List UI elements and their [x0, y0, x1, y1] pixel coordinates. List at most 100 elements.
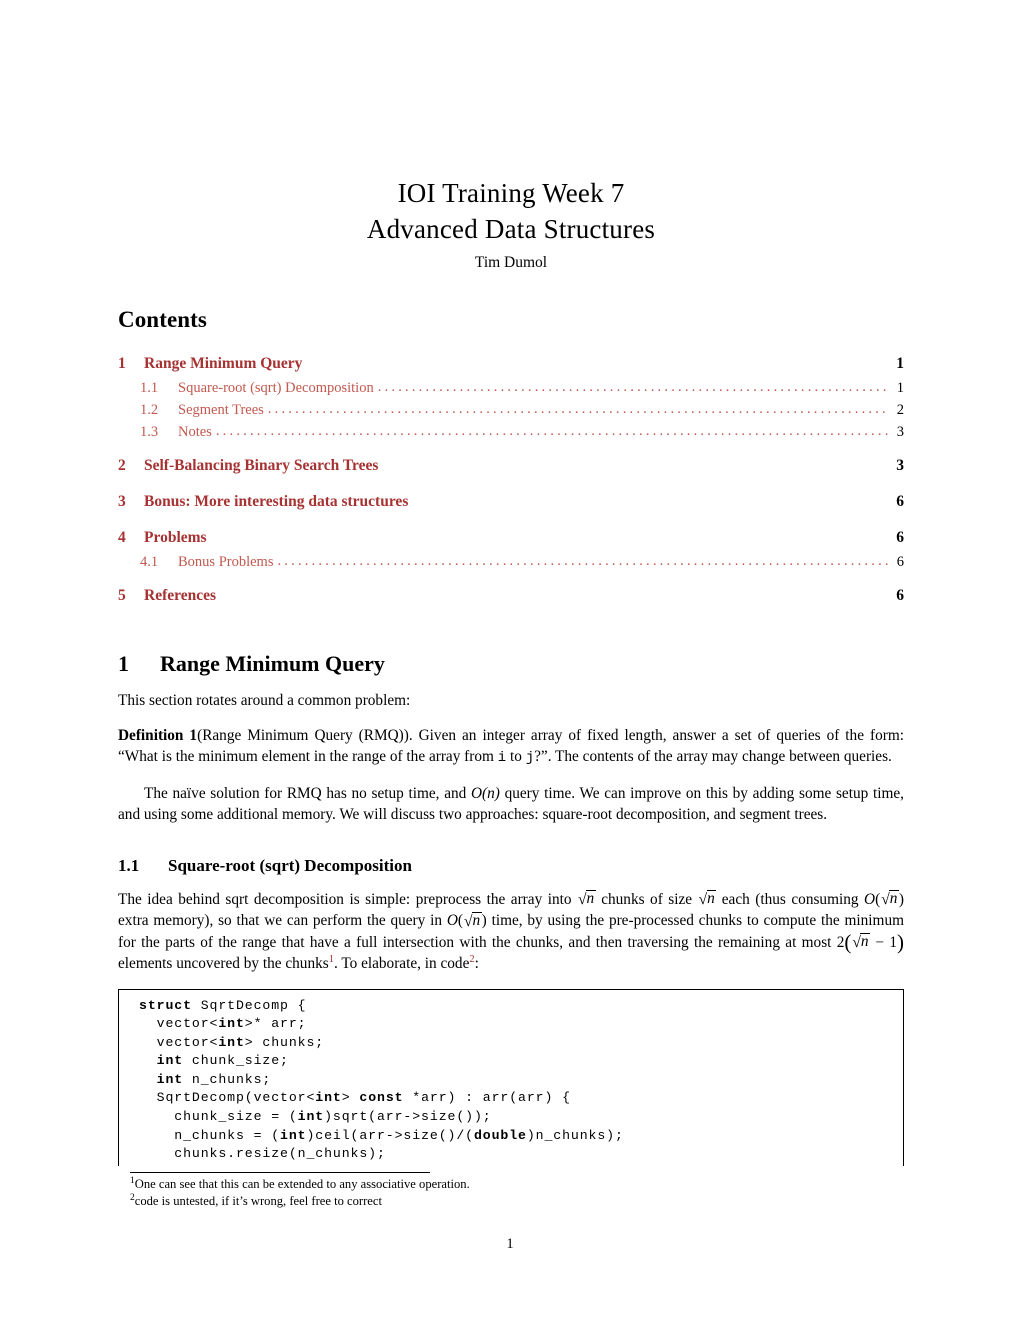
code-text: n_chunks;	[183, 1071, 272, 1087]
subsection-heading-1-1: 1.1 Square-root (sqrt) Decomposition	[118, 856, 904, 876]
toc-entry-page: 2	[896, 402, 904, 418]
definition-paragraph: Definition 1(Range Minimum Query (RMQ)).…	[118, 725, 904, 770]
code-text: )sqrt(arr->size());	[324, 1109, 492, 1125]
close-paren: )	[896, 930, 904, 954]
code-keyword: int	[218, 1034, 245, 1050]
page-content: IOI Training Week 7 Advanced Data Struct…	[118, 0, 904, 1166]
sqrt-text-4: extra memory), so that we can perform th…	[118, 912, 447, 929]
toc-entry-label: Self-Balancing Binary Search Trees	[144, 457, 379, 474]
sqrt-text-8: . To elaborate, in code	[333, 955, 470, 972]
toc-entry-page: 1	[896, 380, 904, 396]
toc-entry-label: Bonus: More interesting data structures	[144, 493, 409, 510]
toc-entry-1-1[interactable]: 1.1 Square-root (sqrt) Decomposition.....…	[118, 377, 904, 399]
toc-entry-2[interactable]: 2Self-Balancing Binary Search Trees.....…	[118, 453, 904, 479]
document-page: IOI Training Week 7 Advanced Data Struct…	[0, 0, 1020, 1320]
minus-one: − 1	[870, 933, 897, 951]
code-keyword: int	[139, 1071, 184, 1087]
radical-sign: √	[698, 891, 708, 908]
definition-var-j: j	[525, 750, 535, 766]
radical-sign: √	[578, 891, 587, 908]
toc-entry-page: 3	[896, 457, 904, 474]
section-title: Range Minimum Query	[160, 651, 385, 676]
toc-entry-label: Range Minimum Query	[144, 355, 303, 372]
document-title-line-2: Advanced Data Structures	[366, 214, 656, 244]
code-text: )ceil(arr->size()/(	[306, 1127, 474, 1143]
sqrt-decomposition-paragraph: The idea behind sqrt decomposition is si…	[118, 889, 904, 972]
code-keyword: const	[359, 1090, 404, 1106]
footnote-text: One can see that this can be extended to…	[134, 1177, 470, 1191]
section1-intro-text: This section rotates around a common pro…	[118, 692, 411, 709]
radicand: n	[586, 890, 596, 907]
toc-entry-3[interactable]: 3 Bonus: More interesting data structures…	[118, 489, 904, 515]
toc-entry-4-1[interactable]: 4.1 Bonus Problems.......................…	[118, 551, 904, 573]
toc-entry-number: 3	[118, 493, 126, 510]
document-title-line-1: IOI Training Week 7	[397, 178, 625, 208]
toc-leader-dots: ........................................…	[377, 379, 888, 395]
section-number: 1	[118, 651, 129, 676]
toc-entry-1-3[interactable]: 1.3 Notes................................…	[118, 421, 904, 443]
toc-entry-number: 1.3	[140, 424, 159, 440]
code-listing-block: struct SqrtDecomp { vector<int>* arr; ve…	[118, 988, 904, 1166]
toc-entry-page: 6	[896, 587, 904, 604]
toc-entry-label: Bonus Problems	[178, 554, 274, 570]
section1-intro-paragraph: This section rotates around a common pro…	[118, 690, 904, 712]
code-keyword: int	[218, 1016, 245, 1032]
code-listing-text: struct SqrtDecomp { vector<int>* arr; ve…	[119, 997, 903, 1164]
radical-sign: √	[881, 891, 890, 908]
radicand: n	[860, 933, 871, 950]
footnotes-area: 1One can see that this can be extended t…	[130, 1176, 830, 1210]
radicand: n	[889, 890, 899, 907]
footnote-separator-rule	[130, 1172, 430, 1173]
code-keyword: int	[280, 1127, 307, 1143]
title-block: IOI Training Week 7 Advanced Data Struct…	[118, 0, 904, 275]
footnote-text: code is untested, if it’s wrong, feel fr…	[134, 1194, 382, 1208]
document-author: Tim Dumol	[474, 254, 548, 271]
toc-entry-page: 3	[896, 424, 904, 440]
footnote-2: 2code is untested, if it’s wrong, feel f…	[130, 1193, 830, 1210]
toc-entry-label: References	[144, 587, 217, 604]
naive-solution-paragraph: The naïve solution for RMQ has no setup …	[118, 783, 904, 826]
naive-complexity: O(n)	[470, 784, 500, 802]
big-o-symbol-2: O	[446, 912, 458, 929]
subsection-title: Square-root (sqrt) Decomposition	[168, 855, 412, 875]
sqrt-text-2: chunks of size	[595, 890, 698, 908]
code-text: SqrtDecomp {	[191, 997, 307, 1013]
toc-entry-4[interactable]: 4Problems...............................…	[118, 525, 904, 551]
sqrt-n-inline-1: √n	[577, 889, 596, 911]
code-keyword: int	[139, 1053, 184, 1069]
toc-entry-label: Segment Trees	[178, 402, 264, 418]
code-text: chunk_size;	[183, 1053, 289, 1069]
toc-leader-dots: ........................................…	[277, 553, 888, 569]
radicand: n	[706, 890, 717, 907]
section-heading-1: 1 Range Minimum Query	[118, 651, 904, 677]
code-text: vector<	[139, 1016, 219, 1032]
toc-entry-label: Problems	[144, 529, 207, 546]
sqrt-n-inline-5: √n	[851, 932, 871, 954]
code-text: SqrtDecomp(vector<	[139, 1090, 316, 1106]
table-of-contents: 1 Range Minimum Query....................…	[118, 351, 904, 609]
code-text: >* arr;	[244, 1016, 307, 1032]
sqrt-text-1: The idea behind sqrt decomposition is si…	[118, 890, 578, 908]
sqrt-text-3: each (thus consuming	[716, 890, 865, 908]
toc-entry-1[interactable]: 1Range Minimum Query....................…	[118, 351, 904, 377]
definition-var-i: i	[497, 750, 507, 766]
toc-entry-1-2[interactable]: 1.2 Segment Trees........................…	[118, 399, 904, 421]
radical-sign: √	[852, 934, 861, 951]
toc-entry-label: Square-root (sqrt) Decomposition	[178, 380, 374, 396]
toc-entry-label: Notes	[178, 424, 212, 440]
code-text: chunk_size = (	[139, 1109, 298, 1125]
code-text: >	[341, 1090, 360, 1106]
open-paren: (	[844, 930, 852, 954]
toc-entry-number: 1.2	[140, 402, 159, 418]
code-keyword: struct	[139, 997, 192, 1013]
radicand: n	[472, 911, 482, 929]
toc-entry-number: 1	[118, 355, 126, 372]
code-text: n_chunks = (	[139, 1127, 281, 1143]
sqrt-n-inline-4: √n	[463, 910, 482, 932]
code-keyword: int	[297, 1109, 325, 1125]
toc-entry-5[interactable]: 5References.............................…	[118, 583, 904, 609]
big-o-symbol-1: O	[864, 890, 876, 908]
definition-name: (Range Minimum Query (RMQ)).	[197, 726, 413, 744]
toc-entry-page: 1	[896, 355, 904, 372]
definition-label: Definition 1	[118, 726, 198, 744]
